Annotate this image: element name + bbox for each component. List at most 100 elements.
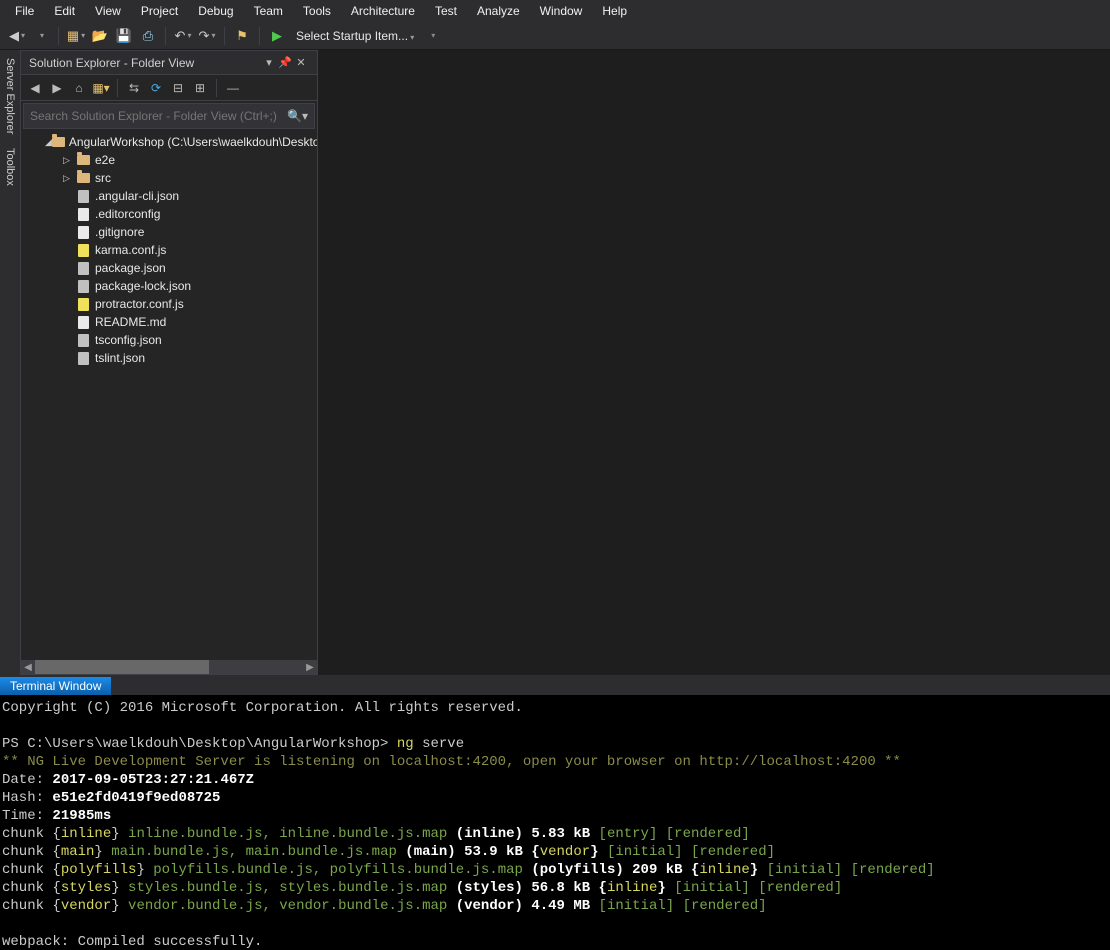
tree-file[interactable]: .gitignore (21, 223, 317, 241)
search-box[interactable]: 🔍▾ (23, 103, 315, 129)
search-input[interactable] (30, 109, 287, 123)
startup-selector[interactable]: Select Startup Item... (292, 29, 418, 43)
menu-tools[interactable]: Tools (294, 1, 340, 21)
scroll-thumb[interactable] (35, 660, 209, 674)
tree-file[interactable]: karma.conf.js (21, 241, 317, 259)
file-json-icon (75, 261, 91, 275)
file-box-icon (75, 225, 91, 239)
tree-file[interactable]: README.md (21, 313, 317, 331)
menu-test[interactable]: Test (426, 1, 466, 21)
home-icon[interactable]: ⌂ (71, 80, 87, 96)
search-icon[interactable]: 🔍▾ (287, 109, 308, 123)
menu-view[interactable]: View (86, 1, 130, 21)
tree-label: protractor.conf.js (95, 297, 184, 311)
tree-root[interactable]: AngularWorkshop (C:\Users\waelkdouh\Desk… (21, 133, 317, 151)
tree-label: e2e (95, 153, 115, 167)
undo-icon[interactable]: ↶ (174, 27, 192, 45)
expander-icon[interactable] (63, 155, 75, 166)
view-switch-icon[interactable]: ▦▾ (93, 80, 109, 96)
folder-y-icon (75, 171, 91, 185)
tree-file[interactable]: .angular-cli.json (21, 187, 317, 205)
tree-label: package-lock.json (95, 279, 191, 293)
separator (117, 79, 118, 97)
collapse-all-icon[interactable]: ⊟ (170, 80, 186, 96)
side-tab-server-explorer[interactable]: Server Explorer (2, 54, 18, 138)
menu-help[interactable]: Help (593, 1, 636, 21)
properties-icon[interactable]: — (225, 80, 241, 96)
redo-icon[interactable]: ↷ (198, 27, 216, 45)
tree-label: README.md (95, 315, 166, 329)
panel-toolbar: ◀ ▶ ⌂ ▦▾ ⇆ ⟳ ⊟ ⊞ — (21, 75, 317, 101)
nav-fwd-icon[interactable] (32, 27, 50, 45)
file-box-icon (75, 315, 91, 329)
menu-file[interactable]: File (6, 1, 43, 21)
sync-icon[interactable]: ⇆ (126, 80, 142, 96)
open-icon[interactable]: 📂 (91, 27, 109, 45)
refresh-icon[interactable]: ⟳ (148, 80, 164, 96)
file-json-icon (75, 279, 91, 293)
back-icon[interactable]: ◀ (27, 80, 43, 96)
tree-file[interactable]: tslint.json (21, 349, 317, 367)
menu-debug[interactable]: Debug (189, 1, 242, 21)
scroll-right-icon[interactable]: ▶ (303, 660, 317, 674)
tree-label: karma.conf.js (95, 243, 166, 257)
file-js-icon (75, 297, 91, 311)
tree-folder-e2e[interactable]: e2e (21, 151, 317, 169)
editor-area (318, 50, 1110, 675)
tree-file[interactable]: package.json (21, 259, 317, 277)
file-json-icon (75, 189, 91, 203)
separator (216, 79, 217, 97)
panel-close-icon[interactable]: ✕ (293, 56, 309, 69)
horizontal-scrollbar[interactable]: ◀ ▶ (21, 660, 317, 674)
tree-label: src (95, 171, 111, 185)
scroll-track[interactable] (35, 660, 303, 674)
new-project-icon[interactable]: ▦ (67, 27, 85, 45)
panel-dropdown-icon[interactable]: ▾ (261, 56, 277, 69)
expander-icon[interactable] (45, 137, 52, 148)
file-js-icon (75, 243, 91, 257)
start-play-icon[interactable]: ▶ (268, 27, 286, 45)
tree-folder-src[interactable]: src (21, 169, 317, 187)
separator (165, 27, 166, 45)
overflow-icon[interactable]: ▾ (424, 27, 442, 45)
main-toolbar: ◀ ▦ 📂 💾 ⎙ ↶ ↷ ⚑ ▶ Select Startup Item...… (0, 22, 1110, 50)
tree-file[interactable]: .editorconfig (21, 205, 317, 223)
separator (224, 27, 225, 45)
tree-file[interactable]: package-lock.json (21, 277, 317, 295)
scroll-left-icon[interactable]: ◀ (21, 660, 35, 674)
tree-file[interactable]: protractor.conf.js (21, 295, 317, 313)
menu-analyze[interactable]: Analyze (468, 1, 529, 21)
menu-window[interactable]: Window (531, 1, 592, 21)
file-json-icon (75, 351, 91, 365)
terminal-tab-bar: Terminal Window (0, 675, 1110, 695)
tree-label: .angular-cli.json (95, 189, 179, 203)
separator (58, 27, 59, 45)
tree-label: package.json (95, 261, 166, 275)
folder-y-icon (52, 135, 65, 149)
show-all-icon[interactable]: ⊞ (192, 80, 208, 96)
tree-file[interactable]: tsconfig.json (21, 331, 317, 349)
forward-icon[interactable]: ▶ (49, 80, 65, 96)
folder-y-icon (75, 153, 91, 167)
menu-architecture[interactable]: Architecture (342, 1, 424, 21)
panel-title-bar: Solution Explorer - Folder View ▾ 📌 ✕ (21, 51, 317, 75)
tree-label: .gitignore (95, 225, 144, 239)
side-tab-toolbox[interactable]: Toolbox (2, 144, 18, 190)
menu-team[interactable]: Team (245, 1, 292, 21)
flag-icon[interactable]: ⚑ (233, 27, 251, 45)
terminal-tab[interactable]: Terminal Window (0, 677, 111, 695)
save-icon[interactable]: 💾 (115, 27, 133, 45)
menu-edit[interactable]: Edit (45, 1, 84, 21)
panel-pin-icon[interactable]: 📌 (277, 56, 293, 69)
menu-project[interactable]: Project (132, 1, 187, 21)
menubar: FileEditViewProjectDebugTeamToolsArchite… (0, 0, 1110, 22)
terminal-body[interactable]: Copyright (C) 2016 Microsoft Corporation… (0, 695, 1110, 950)
file-json-icon (75, 333, 91, 347)
separator (259, 27, 260, 45)
expander-icon[interactable] (63, 173, 75, 184)
nav-back-icon[interactable]: ◀ (8, 27, 26, 45)
solution-tree[interactable]: AngularWorkshop (C:\Users\waelkdouh\Desk… (21, 131, 317, 660)
save-all-icon[interactable]: ⎙ (139, 27, 157, 45)
tree-label: AngularWorkshop (C:\Users\waelkdouh\Desk… (69, 135, 317, 149)
tree-label: tslint.json (95, 351, 145, 365)
